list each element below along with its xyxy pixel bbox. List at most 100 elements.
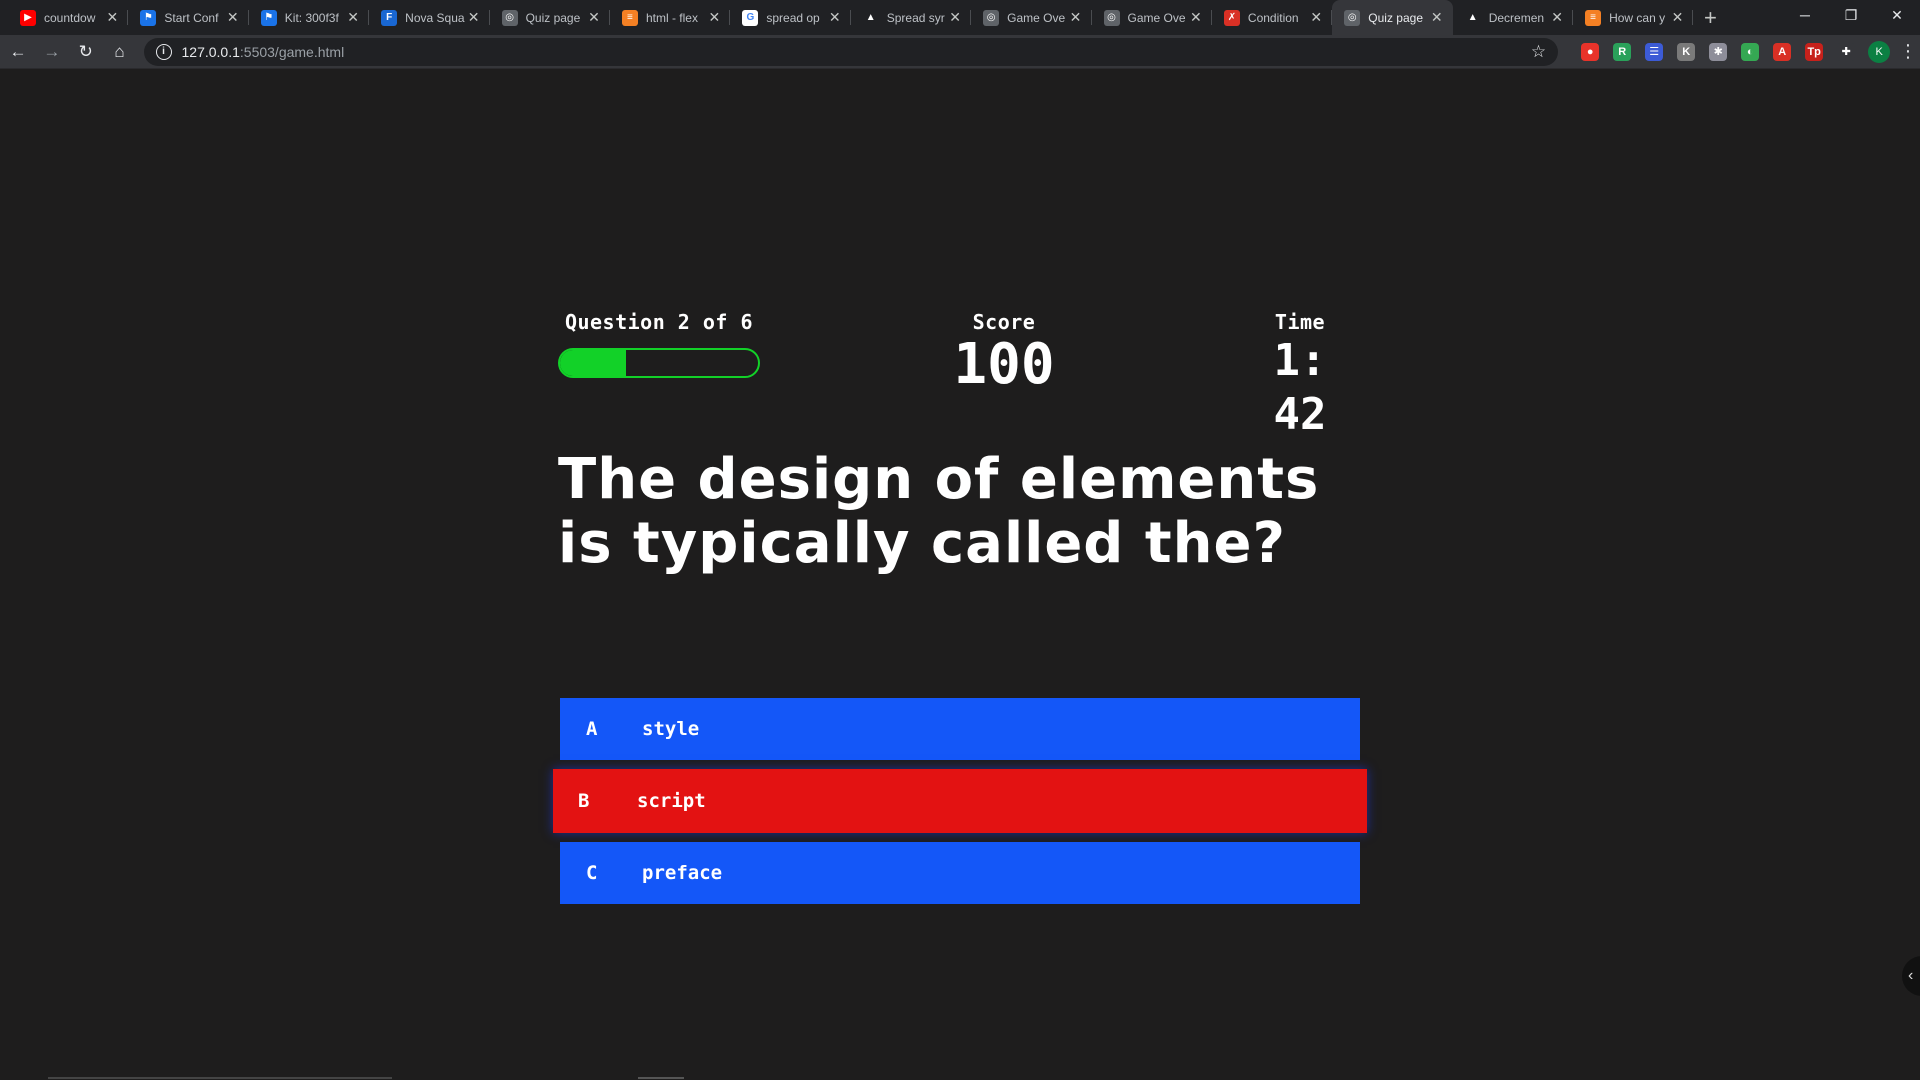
home-icon[interactable]: ⌂ [104, 38, 136, 66]
window-controls: ─ ❐ ✕ [1782, 0, 1920, 30]
score-section: Score 100 [934, 310, 1074, 396]
minimize-icon[interactable]: ─ [1782, 0, 1828, 30]
restore-icon[interactable]: ❐ [1828, 0, 1874, 30]
browser-tab[interactable]: ◎ Game Ove ✕ [971, 0, 1092, 35]
address-bar[interactable]: i 127.0.0.1:5503/game.html ☆ [143, 37, 1559, 66]
browser-menu-icon[interactable]: ⋮ [1896, 41, 1920, 62]
tab-close-icon[interactable]: ✕ [1549, 9, 1565, 26]
tab-title: Nova Squa [405, 10, 465, 25]
tab-close-icon[interactable]: ✕ [827, 9, 843, 26]
k-extension-icon[interactable]: K [1677, 42, 1696, 61]
progress-text: Question 2 of 6 [564, 310, 754, 334]
tab-title: Kit: 300f3f [284, 10, 339, 25]
tab-close-icon[interactable]: ✕ [1188, 9, 1204, 26]
shield-red-icon[interactable]: ● [1581, 42, 1600, 61]
choice-text: preface [642, 862, 723, 884]
progress-bar-fill [560, 350, 626, 376]
globe-icon: ◎ [983, 9, 1000, 26]
score-label: Score [972, 310, 1036, 334]
puzzle-cross-icon[interactable]: ✱ [1709, 42, 1728, 61]
browser-tab[interactable]: ⚑ Start Conf ✕ [128, 0, 250, 35]
tab-title: Game Ove [1007, 10, 1066, 25]
progress-bar [558, 348, 760, 378]
flag-icon: ⚑ [140, 9, 157, 26]
tab-close-icon[interactable]: ✕ [706, 9, 722, 26]
graduation-cap-icon: ▲ [862, 9, 879, 26]
tab-title: Decremen [1488, 10, 1545, 25]
tab-close-icon[interactable]: ✕ [1308, 9, 1324, 26]
r-extension-icon[interactable]: R [1613, 42, 1632, 61]
green-leaf-icon[interactable]: ◐ [1741, 42, 1760, 61]
globe-icon: ◎ [1344, 9, 1361, 26]
extensions-puzzle-icon[interactable]: ✚ [1837, 42, 1856, 61]
choice-b[interactable]: B script [553, 769, 1367, 833]
tab-close-icon[interactable]: ✕ [586, 9, 602, 26]
pdf-icon[interactable]: A [1773, 42, 1792, 61]
browser-tab-strip: ▶ countdow ✕ ⚑ Start Conf ✕ ⚑ Kit: 300f3f ✕ F Nova… [0, 0, 1920, 35]
browser-tab[interactable]: ▶ countdow ✕ [8, 0, 129, 35]
tab-title: spread op [766, 10, 820, 25]
browser-tab[interactable]: ◎ Quiz page ✕ [490, 0, 611, 35]
browser-tab[interactable]: ≡ html - flex ✕ [610, 0, 731, 35]
tab-title: How can y [1609, 10, 1666, 25]
browser-tab[interactable]: ◎ Quiz page ✕ [1332, 0, 1453, 35]
google-icon: G [742, 9, 759, 26]
browser-tab[interactable]: Gspread op ✕ [730, 0, 852, 35]
tab-title: Spread syr [886, 10, 945, 25]
choice-text: script [637, 790, 706, 812]
progress-section: Question 2 of 6 [558, 310, 760, 378]
choice-c[interactable]: C preface [560, 842, 1360, 904]
youtube-icon: ▶ [20, 9, 36, 26]
choice-prefix: C [586, 862, 598, 884]
profile-avatar[interactable]: K [1868, 40, 1891, 63]
browser-tab[interactable]: ≡ How can y ✕ [1573, 0, 1694, 35]
bookmark-star-icon[interactable]: ☆ [1531, 42, 1546, 62]
tab-close-icon[interactable]: ✕ [466, 9, 482, 26]
f-icon: F [381, 9, 398, 26]
tab-close-icon[interactable]: ✕ [1669, 9, 1685, 26]
tab-close-icon[interactable]: ✕ [225, 9, 241, 26]
new-tab-button[interactable]: + [1693, 0, 1727, 35]
scrollbar-thumb[interactable] [638, 1077, 684, 1079]
tab-close-icon[interactable]: ✕ [1068, 9, 1084, 26]
tab-title: Quiz page [525, 10, 581, 25]
forward-icon[interactable]: → [36, 38, 68, 66]
tab-close-icon[interactable]: ✕ [104, 9, 120, 26]
browser-toolbar: ← → ↻ ⌂ i 127.0.0.1:5503/game.html ☆ ● R ☰… [0, 35, 1920, 69]
scrollbar-track [48, 1077, 392, 1079]
site-info-icon[interactable]: i [155, 43, 172, 60]
close-window-icon[interactable]: ✕ [1874, 0, 1920, 30]
extensions-area: ● R ☰ K ✱ ◐ A Tp ✚ [1574, 42, 1862, 61]
stackoverflow-icon: ≡ [1585, 9, 1602, 26]
tp-icon[interactable]: Tp [1805, 42, 1824, 61]
choice-prefix: A [586, 718, 598, 740]
time-label: Time [1274, 310, 1326, 334]
time-value: 1: 42 [1273, 335, 1327, 440]
globe-icon: ◎ [501, 9, 518, 26]
browser-tab[interactable]: ▲ Spread syr ✕ [851, 0, 972, 35]
timer-section: Time 1: 42 [1240, 310, 1360, 442]
globe-icon: ◎ [1103, 9, 1120, 26]
quiz-game: Question 2 of 6 Score 100 Time 1: 42 The… [0, 70, 1920, 1080]
grid-extension-icon[interactable]: ☰ [1645, 42, 1664, 61]
choice-prefix: B [578, 790, 590, 812]
tab-title: Quiz page [1368, 10, 1423, 25]
graduation-cap-icon: ▲ [1464, 9, 1481, 26]
side-panel-handle[interactable]: ‹ [1902, 956, 1920, 996]
choice-text: style [642, 718, 700, 740]
tab-close-icon[interactable]: ✕ [947, 9, 963, 26]
tab-close-icon[interactable]: ✕ [345, 9, 361, 26]
choice-a[interactable]: A style [560, 698, 1360, 760]
browser-tab[interactable]: ◎ Game Ove ✕ [1092, 0, 1213, 35]
browser-tab[interactable]: F Nova Squa ✕ [369, 0, 490, 35]
browser-tab[interactable]: ▲ Decremen ✕ [1453, 0, 1574, 35]
tab-title: countdow [44, 10, 96, 25]
reload-icon[interactable]: ↻ [70, 38, 102, 66]
browser-tab[interactable]: ⚑ Kit: 300f3f ✕ [249, 0, 370, 35]
score-value: 100 [953, 332, 1055, 397]
tab-title: Condition [1247, 10, 1299, 25]
tab-close-icon[interactable]: ✕ [1429, 9, 1445, 26]
browser-tab[interactable]: ✗ Condition ✕ [1212, 0, 1333, 35]
back-icon[interactable]: ← [2, 38, 34, 66]
hud: Question 2 of 6 Score 100 Time 1: 42 [558, 310, 1360, 440]
